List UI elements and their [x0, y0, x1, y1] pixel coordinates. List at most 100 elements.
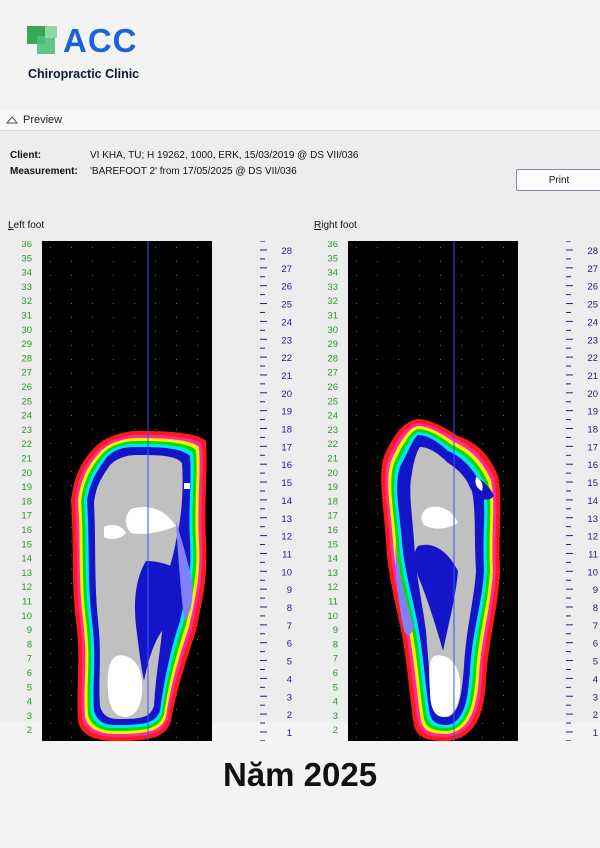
shoe-size-tick-label: 34	[21, 268, 32, 279]
shoe-size-tick-label: 24	[327, 411, 338, 422]
length-tick-label: 19	[281, 407, 292, 418]
shoe-size-tick-label: 21	[21, 454, 32, 465]
shoe-size-tick-label: 5	[333, 682, 338, 693]
length-tick-label: 20	[587, 389, 598, 400]
length-tick-label: 17	[281, 442, 292, 453]
shoe-size-tick-label: 13	[327, 568, 338, 579]
shoe-size-tick-label: 9	[27, 625, 32, 636]
shoe-size-tick-label: 24	[21, 411, 32, 422]
length-tick-label: 8	[593, 603, 598, 614]
shoe-size-tick-label: 10	[327, 611, 338, 622]
shoe-size-tick-label: 18	[21, 496, 32, 507]
length-tick-label: 25	[587, 300, 598, 311]
length-tick-label: 28	[587, 246, 598, 257]
length-tick-label: 11	[282, 549, 292, 560]
brand-name: ACC	[63, 22, 138, 59]
length-tick-label: 24	[281, 317, 292, 328]
length-tick-label: 26	[587, 282, 598, 293]
length-tick-label: 24	[587, 317, 598, 328]
shoe-size-tick-label: 16	[21, 525, 32, 536]
brand-logo: ACC Chiropractic Clinic	[27, 22, 227, 84]
shoe-size-tick-label: 28	[21, 353, 32, 364]
left-foot-footprint	[50, 241, 207, 741]
shoe-size-tick-label: 4	[333, 697, 338, 708]
shoe-size-tick-label: 13	[21, 568, 32, 579]
shoe-size-tick-label: 6	[333, 668, 338, 679]
print-button[interactable]: Print	[516, 169, 600, 191]
shoe-size-tick-label: 30	[327, 325, 338, 336]
shoe-size-tick-label: 19	[21, 482, 32, 493]
year-caption: Năm 2025	[222, 756, 378, 793]
window-title: Preview	[23, 114, 63, 126]
length-tick-label: 10	[281, 567, 292, 578]
preview-content: Client: VI KHA, TU; H 19262, 1000, ERK, …	[0, 130, 600, 741]
length-tick-label: 4	[593, 674, 598, 685]
shoe-size-tick-label: 14	[21, 554, 32, 565]
shoe-size-tick-label: 12	[21, 582, 32, 593]
left-shoe-size-axis: 3635343332313029282726252423222120191817…	[21, 241, 32, 742]
length-tick-label: 14	[587, 496, 598, 507]
length-tick-label: 1	[593, 728, 598, 739]
shoe-size-tick-label: 11	[328, 597, 338, 608]
length-tick-label: 10	[587, 567, 598, 578]
length-tick-label: 16	[587, 460, 598, 471]
shoe-size-tick-label: 17	[327, 511, 338, 522]
shoe-size-tick-label: 29	[21, 339, 32, 350]
shoe-size-tick-label: 26	[327, 382, 338, 393]
shoe-size-tick-label: 35	[21, 253, 32, 264]
length-tick-label: 3	[593, 692, 598, 703]
shoe-size-tick-label: 36	[21, 241, 32, 250]
length-tick-label: 4	[287, 674, 292, 685]
right-foot-label: Right foot	[314, 220, 357, 231]
shoe-size-tick-label: 15	[21, 539, 32, 550]
length-tick-label: 26	[281, 282, 292, 293]
length-tick-label: 17	[587, 442, 598, 453]
shoe-size-tick-label: 27	[327, 368, 338, 379]
length-tick-label: 8	[287, 603, 292, 614]
measurement-value: 'BAREFOOT 2' from 17/05/2025 @ DS VII/03…	[90, 165, 297, 177]
shoe-size-tick-label: 25	[327, 396, 338, 407]
shoe-size-tick-label: 20	[21, 468, 32, 479]
preview-window: Preview Client: VI KHA, TU; H 19262, 100…	[0, 110, 600, 741]
left-foot-pressure-map	[42, 241, 212, 741]
shoe-size-tick-label: 1	[27, 740, 32, 742]
shoe-size-tick-label: 3	[27, 711, 32, 722]
shoe-size-tick-label: 17	[21, 511, 32, 522]
length-tick-label: 20	[281, 389, 292, 400]
client-label: Client:	[10, 149, 42, 161]
shoe-size-tick-label: 9	[333, 625, 338, 636]
shoe-size-tick-label: 22	[327, 439, 338, 450]
foot-preview-icon	[6, 116, 18, 124]
length-tick-label: 23	[281, 335, 292, 346]
shoe-size-tick-label: 33	[21, 282, 32, 293]
shoe-size-tick-label: 31	[21, 311, 32, 322]
length-tick-label: 12	[587, 532, 598, 543]
measurement-label: Measurement:	[10, 165, 78, 177]
shoe-size-tick-label: 22	[21, 439, 32, 450]
length-tick-label: 19	[587, 407, 598, 418]
shoe-size-tick-label: 1	[333, 740, 338, 742]
length-tick-label: 15	[281, 478, 292, 489]
right-foot-footprint	[356, 241, 504, 741]
shoe-size-tick-label: 21	[327, 454, 338, 465]
shoe-size-tick-label: 31	[327, 311, 338, 322]
left-foot-label: Left foot	[8, 220, 45, 231]
length-tick-label: 9	[287, 585, 292, 596]
length-tick-label: 6	[593, 639, 598, 650]
shoe-size-tick-label: 20	[327, 468, 338, 479]
shoe-size-tick-label: 25	[21, 396, 32, 407]
left-length-axis: 2827262524232221201918171615141312111098…	[260, 241, 292, 741]
shoe-size-tick-label: 8	[27, 639, 32, 650]
length-tick-label: 7	[593, 621, 598, 632]
shoe-size-tick-label: 28	[327, 353, 338, 364]
length-tick-label: 23	[587, 335, 598, 346]
length-tick-label: 3	[287, 692, 292, 703]
shoe-size-tick-label: 14	[327, 554, 338, 565]
shoe-size-tick-label: 32	[327, 296, 338, 307]
length-tick-label: 18	[587, 425, 598, 436]
length-tick-label: 2	[593, 710, 598, 721]
length-tick-label: 22	[281, 353, 292, 364]
shoe-size-tick-label: 23	[21, 425, 32, 436]
shoe-size-tick-label: 2	[27, 725, 32, 736]
shoe-size-tick-label: 2	[333, 725, 338, 736]
